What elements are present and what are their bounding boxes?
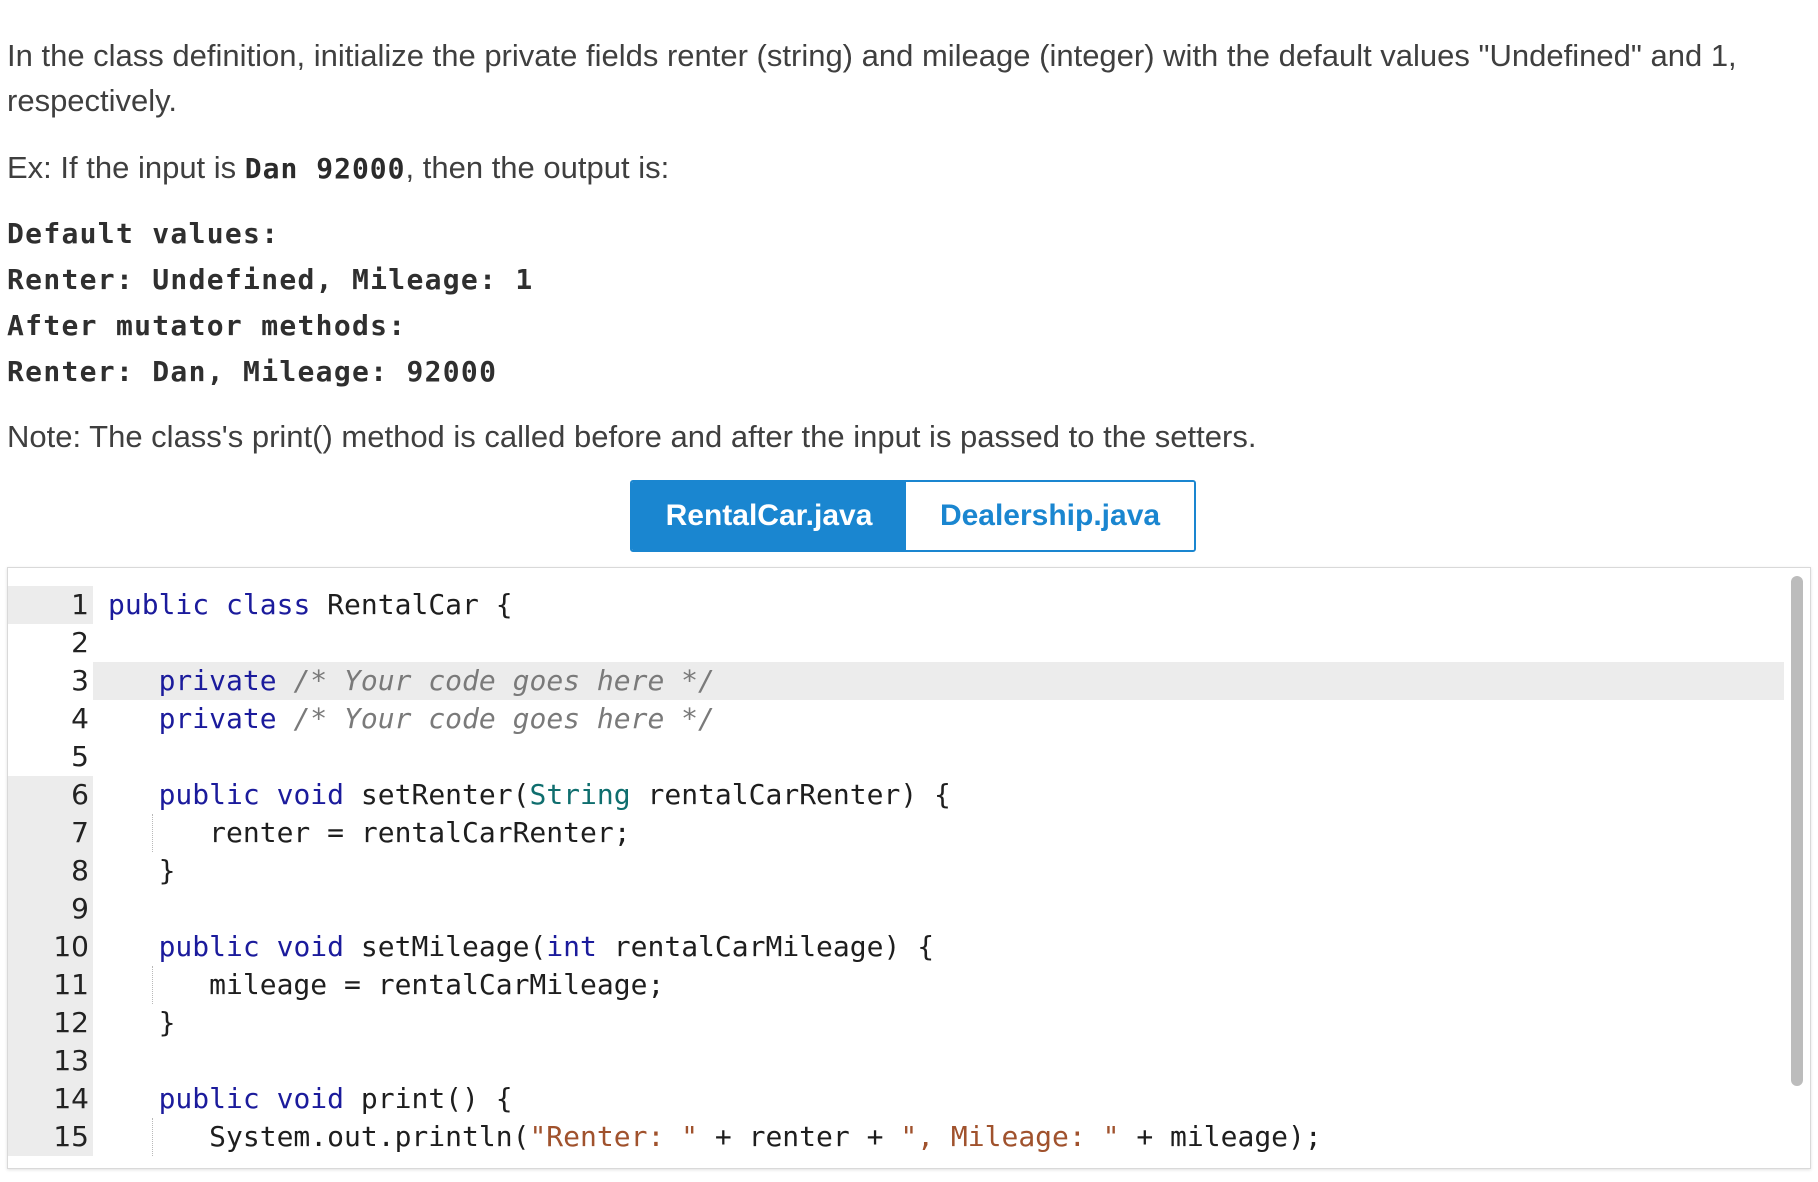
indent-guide xyxy=(152,814,153,852)
instructions-text: In the class definition, initialize the … xyxy=(7,38,1737,118)
code-line[interactable]: public class RentalCar { xyxy=(93,586,1784,624)
expected-output: Default values: Renter: Undefined, Milea… xyxy=(7,211,534,395)
line-number: 9 xyxy=(8,890,93,928)
code-line[interactable] xyxy=(93,890,1784,928)
indent-guide xyxy=(152,966,153,1004)
line-number: 13 xyxy=(8,1042,93,1080)
scrollbar-thumb[interactable] xyxy=(1791,576,1803,1086)
code-line[interactable] xyxy=(93,1042,1784,1080)
line-number-gutter: 1 2 3 4 5 6 7 8 9 10 11 12 13 14 15 xyxy=(8,568,93,1168)
code-line[interactable]: } xyxy=(93,852,1784,890)
line-number: 1 xyxy=(8,586,93,624)
line-number: 5 xyxy=(71,740,89,773)
code-line[interactable]: } xyxy=(93,1004,1784,1042)
indent-guide xyxy=(152,1118,153,1156)
output-line: Renter: Dan, Mileage: 92000 xyxy=(7,355,498,388)
line-number: 12 xyxy=(8,1004,93,1042)
code-line[interactable]: public void setRenter(String rentalCarRe… xyxy=(93,776,1784,814)
example-input: Dan 92000 xyxy=(244,152,406,185)
line-number: 11 xyxy=(8,966,93,1004)
line-number: 8 xyxy=(8,852,93,890)
code-line[interactable]: private /* Your code goes here */ xyxy=(93,662,1784,700)
code-area[interactable]: public class RentalCar { private /* Your… xyxy=(93,568,1784,1168)
line-number: 7 xyxy=(8,814,93,852)
code-line[interactable] xyxy=(93,624,1784,662)
code-line[interactable]: mileage = rentalCarMileage; xyxy=(93,966,1784,1004)
line-number: 10 xyxy=(8,928,93,966)
line-number: 3 xyxy=(71,664,89,697)
code-line[interactable]: System.out.println("Renter: " + renter +… xyxy=(93,1118,1784,1156)
vertical-scrollbar[interactable] xyxy=(1784,568,1810,1168)
code-line[interactable]: public void setMileage(int rentalCarMile… xyxy=(93,928,1784,966)
example-prefix: Ex: If the input is xyxy=(7,150,245,185)
line-number: 15 xyxy=(8,1118,93,1156)
code-editor[interactable]: 1 2 3 4 5 6 7 8 9 10 11 12 13 14 15 public class Renta… xyxy=(7,567,1811,1169)
code-line[interactable]: private /* Your code goes here */ xyxy=(93,700,1784,738)
code-line[interactable]: public void print() { xyxy=(93,1080,1784,1118)
file-tabs: RentalCar.java Dealership.java xyxy=(630,480,1196,552)
code-line[interactable] xyxy=(93,738,1784,776)
output-line: Renter: Undefined, Mileage: 1 xyxy=(7,263,534,296)
example-text: Ex: If the input is Dan 92000, then the … xyxy=(7,145,1797,191)
tab-dealership-java[interactable]: Dealership.java xyxy=(906,482,1194,550)
code-line[interactable]: renter = rentalCarRenter; xyxy=(93,814,1784,852)
tab-rentalcar-java[interactable]: RentalCar.java xyxy=(632,482,906,550)
line-number: 14 xyxy=(8,1080,93,1118)
line-number: 4 xyxy=(71,702,89,735)
output-line: After mutator methods: xyxy=(7,309,407,342)
example-suffix: , then the output is: xyxy=(405,150,670,185)
output-line: Default values: xyxy=(7,217,280,250)
line-number: 6 xyxy=(8,776,93,814)
line-number: 2 xyxy=(71,626,89,659)
note-text: Note: The class's print() method is call… xyxy=(7,419,1257,454)
